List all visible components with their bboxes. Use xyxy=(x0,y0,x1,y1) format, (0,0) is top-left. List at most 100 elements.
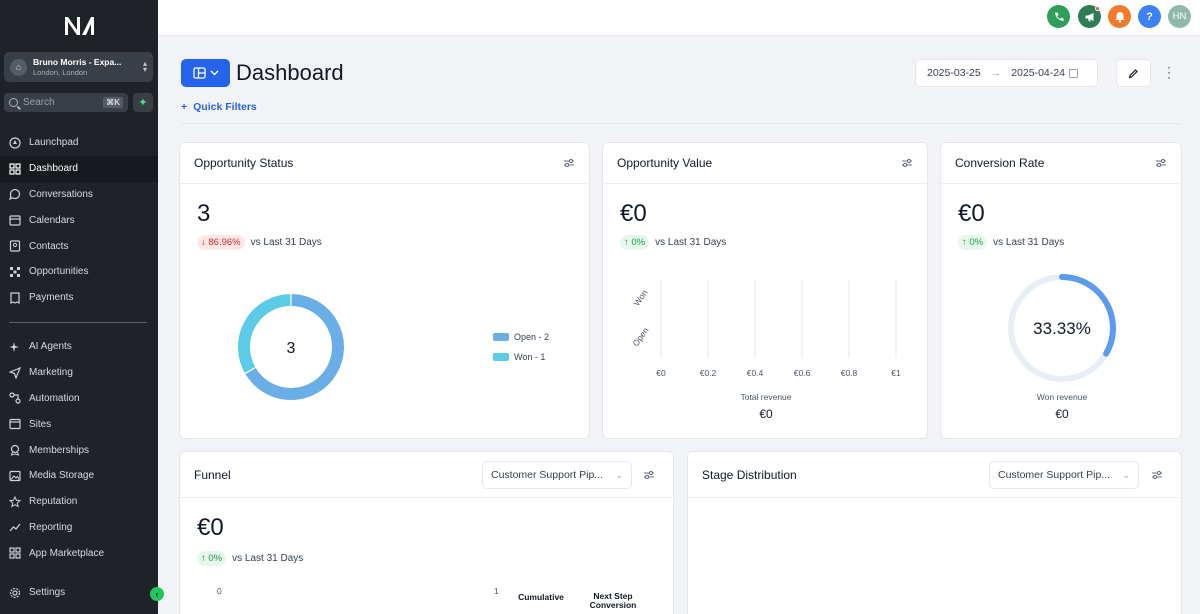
metric-value: €0 xyxy=(197,514,224,541)
sidebar-item-reputation[interactable]: Reputation xyxy=(0,489,158,515)
sidebar-item-label: Reporting xyxy=(29,521,73,533)
pipeline-icon xyxy=(9,266,21,278)
comparison-text: vs Last 31 Days xyxy=(993,237,1065,248)
legend-item-won[interactable]: Won - 1 xyxy=(493,352,545,362)
date-end[interactable]: 2025-04-24 xyxy=(1011,67,1065,79)
sites-icon xyxy=(9,418,21,430)
dashboard-switcher-button[interactable] xyxy=(181,59,230,87)
sidebar-item-label: Automation xyxy=(29,392,80,404)
collapse-sidebar-button[interactable]: ‹ xyxy=(150,587,164,601)
search-box[interactable]: ⌘K xyxy=(4,93,128,112)
help-icon: ? xyxy=(1146,10,1153,23)
sidebar-item-sites[interactable]: Sites xyxy=(0,411,158,437)
send-icon xyxy=(9,366,21,379)
account-switcher[interactable]: ⌂ Bruno Morris - Expa... London, London … xyxy=(4,52,153,82)
date-start[interactable]: 2025-03-25 xyxy=(927,67,981,79)
donut-center-label: 3 xyxy=(287,340,296,357)
x-tick-label: €0 xyxy=(656,368,666,378)
y-category-label: Open xyxy=(630,325,650,348)
change-value: 0% xyxy=(969,237,984,248)
account-location: London, London xyxy=(33,68,88,77)
sidebar-item-settings[interactable]: Settings xyxy=(0,580,158,606)
status-donut-chart: 3 xyxy=(238,294,344,400)
sidebar-item-dashboard[interactable]: Dashboard xyxy=(0,155,158,182)
sidebar-item-reporting[interactable]: Reporting xyxy=(0,515,158,541)
sidebar-item-media-storage[interactable]: Media Storage xyxy=(0,463,158,489)
sidebar-item-label: Memberships xyxy=(29,444,90,456)
announcements-button[interactable] xyxy=(1078,5,1101,28)
topbar: ? HN xyxy=(158,0,1200,36)
avatar[interactable]: HN xyxy=(1168,5,1191,28)
pipeline-select-value: Customer Support Pip... xyxy=(491,469,604,481)
conversion-gauge: 33.33% xyxy=(1008,274,1116,382)
sidebar-item-opportunities[interactable]: Opportunities xyxy=(0,259,158,285)
legend-swatch xyxy=(493,353,509,361)
chevron-updown-icon: ▴ ▾ xyxy=(142,59,147,74)
location-icon: ⌂ xyxy=(10,58,27,76)
stage-distribution-card: Stage Distribution Customer Support Pip.… xyxy=(687,451,1182,614)
sidebar-item-label: AI Agents xyxy=(29,341,72,353)
help-button[interactable]: ? xyxy=(1138,5,1161,28)
legend-label: Won - 1 xyxy=(514,352,546,362)
filter-settings-icon[interactable] xyxy=(1151,469,1163,481)
sidebar-item-launchpad[interactable]: Launchpad xyxy=(0,130,158,156)
change-badge: ↓ 86.96% xyxy=(197,235,245,250)
next-step-header: Next Step Conversion xyxy=(589,591,637,610)
search-shortcut: ⌘K xyxy=(103,97,123,108)
conversion-rate-card: Conversion Rate €0 ↑ 0% vs Last 31 Days … xyxy=(940,142,1182,439)
sidebar-item-calendars[interactable]: Calendars xyxy=(0,207,158,233)
automation-icon xyxy=(9,392,21,405)
rocket-icon xyxy=(9,137,21,149)
pipeline-select[interactable]: Customer Support Pip... ⌄ xyxy=(482,461,632,489)
gear-icon xyxy=(9,587,21,599)
change-value: 86.96% xyxy=(208,237,241,248)
star-icon xyxy=(9,495,21,508)
layout-icon xyxy=(192,67,206,79)
card-title: Opportunity Value xyxy=(617,156,713,170)
date-range-picker[interactable]: 2025-03-25 → 2025-04-24 xyxy=(915,59,1098,87)
filter-settings-icon[interactable] xyxy=(1155,157,1167,169)
donut-slice-won[interactable] xyxy=(238,294,291,373)
notifications-button[interactable] xyxy=(1108,5,1131,28)
phone-button[interactable] xyxy=(1047,5,1070,28)
filter-settings-icon[interactable] xyxy=(901,157,913,169)
x-tick-label: €0.4 xyxy=(747,368,764,378)
change-badge: ↑ 0% xyxy=(958,235,988,250)
filter-settings-icon[interactable] xyxy=(643,469,655,481)
sidebar-item-automation[interactable]: Automation xyxy=(0,386,158,412)
sidebar-item-ai-agents[interactable]: AI Agents xyxy=(0,334,158,360)
more-options-icon[interactable]: ⋮ xyxy=(1162,62,1176,82)
chevron-down-icon: ⌄ xyxy=(1122,469,1130,480)
pipeline-select-value: Customer Support Pip... xyxy=(998,469,1111,481)
sidebar-item-contacts[interactable]: Contacts xyxy=(0,233,158,259)
edit-dashboard-button[interactable] xyxy=(1116,59,1151,87)
receipt-icon xyxy=(9,292,21,304)
sidebar-item-app-marketplace[interactable]: App Marketplace xyxy=(0,540,158,566)
search-input[interactable] xyxy=(23,97,97,108)
sidebar-item-conversations[interactable]: Conversations xyxy=(0,182,158,208)
x-tick-label: €1 xyxy=(891,368,901,378)
filter-settings-icon[interactable] xyxy=(563,157,575,169)
ai-assist-button[interactable]: ✦ xyxy=(133,93,153,112)
chevron-down-icon: ⌄ xyxy=(615,469,623,480)
opportunity-value-card: Opportunity Value €0 ↑ 0% vs Last 31 Day… xyxy=(602,142,928,439)
legend-item-open[interactable]: Open - 2 xyxy=(493,332,549,342)
chevron-left-icon: ‹ xyxy=(155,589,159,599)
footer-value: €0 xyxy=(759,407,773,421)
trend-icon xyxy=(9,521,21,533)
quick-filters-link[interactable]: + Quick Filters xyxy=(181,101,257,113)
change-value: 0% xyxy=(208,553,223,564)
sidebar-divider xyxy=(9,322,147,323)
app-logo[interactable] xyxy=(64,16,96,36)
pipeline-select[interactable]: Customer Support Pip... ⌄ xyxy=(989,461,1139,489)
footer-label: Total revenue xyxy=(740,392,792,402)
chat-icon xyxy=(9,188,21,201)
sidebar-item-payments[interactable]: Payments xyxy=(0,285,158,311)
sidebar-item-memberships[interactable]: Memberships xyxy=(0,437,158,463)
card-title: Opportunity Status xyxy=(194,156,294,170)
sidebar-item-marketing[interactable]: Marketing xyxy=(0,360,158,386)
grid-icon xyxy=(9,163,21,175)
footer-label: Won revenue xyxy=(1036,392,1088,402)
apps-icon xyxy=(9,547,21,559)
axis-end-label: 1 xyxy=(494,586,499,596)
